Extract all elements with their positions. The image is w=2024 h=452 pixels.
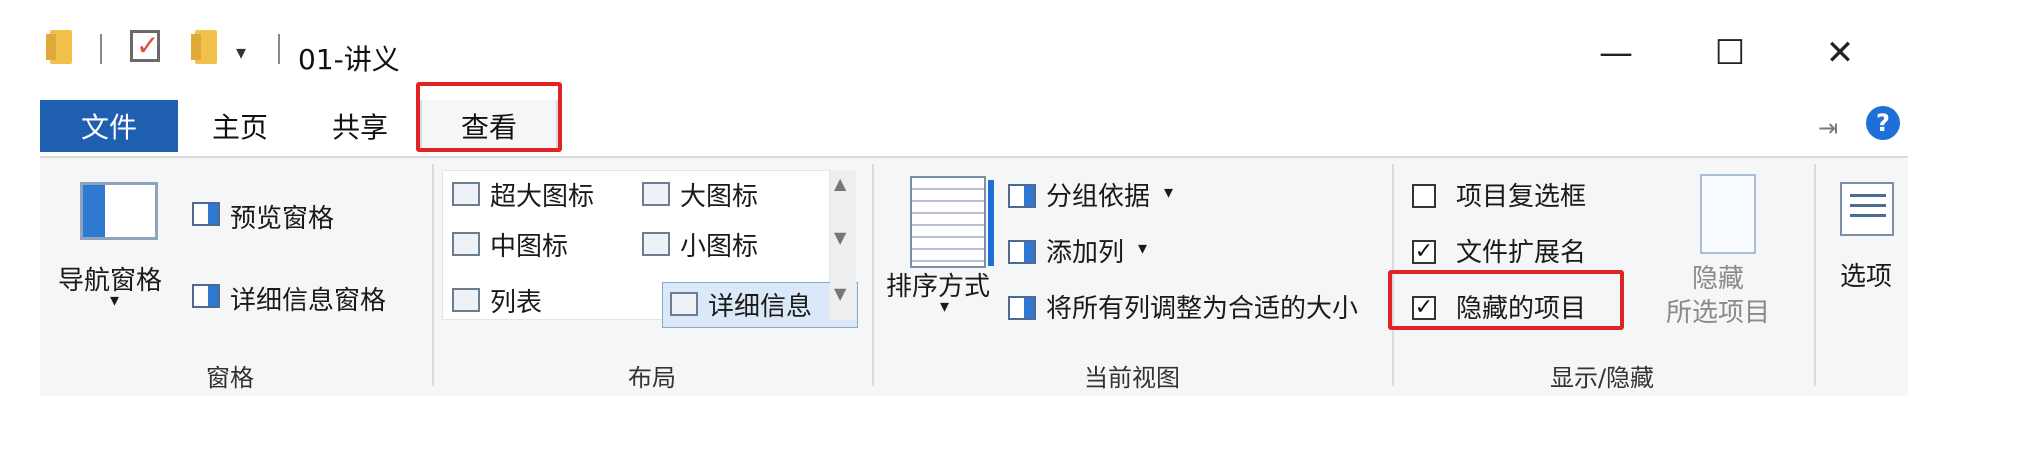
window-title: 01-讲义: [298, 43, 400, 76]
chevron-down-icon: ▾: [940, 296, 950, 317]
navigation-pane-icon[interactable]: [80, 182, 158, 240]
details-icon: [670, 292, 698, 316]
minimize-button[interactable]: —: [1586, 28, 1646, 78]
layout-large-icons[interactable]: 大图标: [680, 176, 758, 213]
group-label-layout: 布局: [628, 364, 676, 392]
group-label-current-view: 当前视图: [1084, 364, 1180, 392]
list-icon: [452, 288, 480, 312]
tab-file[interactable]: 文件: [40, 100, 178, 152]
large-icons-icon: [642, 182, 670, 206]
more-layouts-icon[interactable]: ▼: [834, 284, 846, 303]
chevron-down-icon: ▾: [110, 290, 120, 311]
chevron-down-icon: ▾: [1164, 182, 1174, 203]
close-button[interactable]: ✕: [1810, 28, 1870, 78]
layout-list[interactable]: 列表: [490, 282, 542, 319]
options-button[interactable]: 选项: [1840, 256, 1892, 293]
ribbon-view: 导航窗格 ▾ 预览窗格 详细信息窗格 窗格 超大图标 大图标 中图标 小图标 列…: [40, 156, 1908, 396]
medium-icons-icon: [452, 232, 480, 256]
tab-share[interactable]: 共享: [320, 100, 400, 152]
layout-extra-large-icons[interactable]: 超大图标: [490, 176, 594, 213]
add-columns-icon: [1008, 240, 1036, 264]
scroll-up-icon[interactable]: ▲: [834, 174, 846, 193]
layout-medium-icons[interactable]: 中图标: [490, 226, 568, 263]
chevron-down-icon: ▾: [1138, 238, 1148, 259]
view-tab-highlight: [416, 82, 562, 152]
pin-icon[interactable]: ⇥: [1818, 114, 1838, 142]
size-all-columns-button[interactable]: 将所有列调整为合适的大小: [1046, 288, 1358, 325]
group-by-button[interactable]: 分组依据: [1046, 176, 1150, 213]
layout-small-icons[interactable]: 小图标: [680, 226, 758, 263]
details-pane-button[interactable]: 详细信息窗格: [230, 280, 386, 317]
group-divider: [432, 164, 434, 386]
separator: [100, 34, 102, 64]
layout-details[interactable]: 详细信息: [708, 286, 812, 323]
separator: [278, 34, 280, 64]
item-checkboxes-label[interactable]: 项目复选框: [1456, 176, 1586, 213]
small-icons-icon: [642, 232, 670, 256]
item-checkboxes-checkbox[interactable]: [1412, 184, 1436, 208]
hide-selected-icon[interactable]: [1700, 174, 1756, 254]
preview-pane-icon: [192, 202, 220, 226]
title-bar: ✓ ▾ 01-讲义 — ☐ ✕: [0, 0, 1912, 108]
hide-selected-label-2[interactable]: 所选项目: [1666, 292, 1770, 329]
file-extensions-label[interactable]: 文件扩展名: [1456, 232, 1586, 269]
scroll-down-icon[interactable]: ▼: [834, 228, 846, 247]
options-icon[interactable]: [1840, 182, 1894, 236]
folder-icon[interactable]: [46, 30, 72, 64]
ribbon-tabs: 文件 主页 共享 查看: [0, 96, 1912, 156]
hidden-items-highlight: [1388, 270, 1624, 330]
sort-by-button[interactable]: 排序方式: [886, 266, 990, 303]
size-columns-icon: [1008, 296, 1036, 320]
details-pane-icon: [192, 284, 220, 308]
new-folder-icon[interactable]: [191, 30, 217, 64]
group-divider: [1814, 164, 1816, 386]
layout-gallery-scrollbar[interactable]: ▲ ▼ ▼: [830, 170, 856, 320]
add-columns-button[interactable]: 添加列: [1046, 232, 1124, 269]
file-extensions-checkbox[interactable]: ✓: [1412, 240, 1436, 264]
extra-large-icons-icon: [452, 182, 480, 206]
file-explorer-window: ✓ ▾ 01-讲义 — ☐ ✕ 文件 主页 共享 查看 ⇥ ? 导航窗格 ▾ 预…: [0, 0, 1912, 400]
sort-arrow-icon: [988, 180, 994, 266]
help-icon[interactable]: ?: [1866, 106, 1900, 140]
properties-check-icon[interactable]: ✓: [130, 30, 160, 62]
group-by-icon: [1008, 184, 1036, 208]
sort-by-icon[interactable]: [910, 176, 986, 268]
group-label-panes: 窗格: [206, 364, 254, 392]
group-label-show-hide: 显示/隐藏: [1549, 364, 1655, 392]
group-divider: [872, 164, 874, 386]
maximize-button[interactable]: ☐: [1700, 28, 1760, 78]
preview-pane-button[interactable]: 预览窗格: [230, 198, 334, 235]
tab-home[interactable]: 主页: [200, 100, 280, 152]
hide-selected-label-1[interactable]: 隐藏: [1692, 258, 1744, 295]
customize-quick-access-icon[interactable]: ▾: [236, 40, 246, 64]
